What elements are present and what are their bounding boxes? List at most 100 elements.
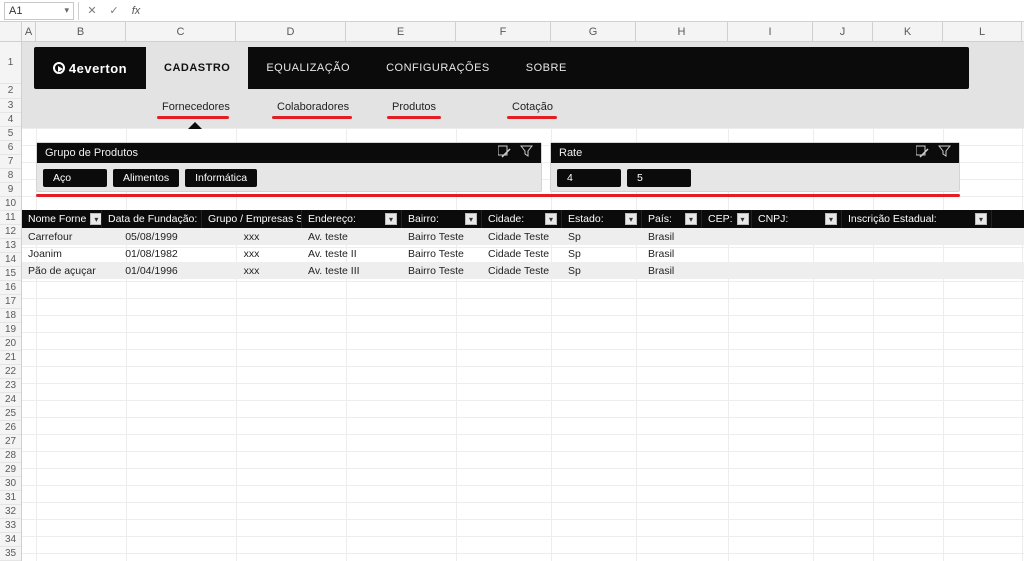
table-header[interactable]: Data de Fundação:▾ <box>102 210 202 228</box>
tab-cadastro[interactable]: CADASTRO <box>146 47 248 89</box>
tab-equalização[interactable]: EQUALIZAÇÃO <box>248 47 368 89</box>
subtab-cotação[interactable]: Cotação <box>512 101 553 113</box>
multiselect-icon[interactable] <box>498 145 512 161</box>
row-header[interactable]: 18 <box>0 309 21 323</box>
subtab-colaboradores[interactable]: Colaboradores <box>277 101 349 113</box>
row-header[interactable]: 9 <box>0 183 21 197</box>
slicer-chip[interactable]: Aço <box>43 169 107 187</box>
table-cell[interactable]: Cidade Teste <box>482 262 562 279</box>
tab-configurações[interactable]: CONFIGURAÇÕES <box>368 47 508 89</box>
table-header[interactable]: Grupo / Empresas Sóc▾ <box>202 210 302 228</box>
table-header[interactable]: CEP:▾ <box>702 210 752 228</box>
row-header[interactable]: 21 <box>0 351 21 365</box>
filter-dropdown-icon[interactable]: ▾ <box>385 213 397 225</box>
name-box[interactable]: A1 ▾ <box>4 2 74 20</box>
multiselect-icon[interactable] <box>916 145 930 161</box>
table-cell[interactable]: Sp <box>562 262 642 279</box>
table-header[interactable]: Bairro:▾ <box>402 210 482 228</box>
table-header[interactable]: Endereço:▾ <box>302 210 402 228</box>
fx-icon[interactable]: fx <box>127 5 145 17</box>
filter-dropdown-icon[interactable]: ▾ <box>685 213 697 225</box>
table-cell[interactable]: Brasil <box>642 262 702 279</box>
column-header[interactable]: C <box>126 22 236 41</box>
row-header[interactable]: 4 <box>0 113 21 127</box>
table-cell[interactable]: Pão de açuçar <box>22 262 102 279</box>
filter-dropdown-icon[interactable]: ▾ <box>625 213 637 225</box>
row-header[interactable]: 31 <box>0 491 21 505</box>
table-cell[interactable]: Bairro Teste <box>402 245 482 262</box>
table-header[interactable]: CNPJ:▾ <box>752 210 842 228</box>
table-cell[interactable]: Sp <box>562 228 642 245</box>
row-header[interactable]: 11 <box>0 211 21 225</box>
table-cell[interactable] <box>702 245 752 262</box>
chevron-down-icon[interactable]: ▾ <box>64 5 69 16</box>
table-header[interactable]: Nome Forne▾ <box>22 210 102 228</box>
table-row[interactable]: Pão de açuçar01/04/1996xxxAv. teste IIIB… <box>22 262 1024 279</box>
worksheet[interactable]: 4everton CADASTROEQUALIZAÇÃOCONFIGURAÇÕE… <box>22 42 1024 561</box>
table-cell[interactable]: Brasil <box>642 228 702 245</box>
filter-dropdown-icon[interactable]: ▾ <box>825 213 837 225</box>
row-header[interactable]: 1 <box>0 42 21 84</box>
row-header[interactable]: 30 <box>0 477 21 491</box>
row-header[interactable]: 5 <box>0 127 21 141</box>
table-header[interactable]: Inscrição Estadual:▾ <box>842 210 992 228</box>
table-header[interactable]: Estado:▾ <box>562 210 642 228</box>
table-cell[interactable]: Av. teste III <box>302 262 402 279</box>
subtab-fornecedores[interactable]: Fornecedores <box>162 101 230 113</box>
row-header[interactable]: 15 <box>0 267 21 281</box>
cancel-formula-icon[interactable]: ✕ <box>83 4 101 17</box>
table-cell[interactable] <box>752 228 842 245</box>
tab-sobre[interactable]: SOBRE <box>508 47 585 89</box>
column-header[interactable]: K <box>873 22 943 41</box>
table-cell[interactable] <box>842 228 992 245</box>
table-row[interactable]: Joanim01/08/1982xxxAv. teste IIBairro Te… <box>22 245 1024 262</box>
table-cell[interactable]: 01/08/1982 <box>102 245 202 262</box>
table-cell[interactable] <box>702 262 752 279</box>
table-cell[interactable]: Av. teste II <box>302 245 402 262</box>
row-header[interactable]: 29 <box>0 463 21 477</box>
row-header[interactable]: 32 <box>0 505 21 519</box>
row-header[interactable]: 26 <box>0 421 21 435</box>
column-header[interactable]: I <box>728 22 813 41</box>
table-cell[interactable]: xxx <box>202 262 302 279</box>
row-header[interactable]: 14 <box>0 253 21 267</box>
row-header[interactable]: 35 <box>0 547 21 561</box>
row-header[interactable]: 16 <box>0 281 21 295</box>
row-header[interactable]: 28 <box>0 449 21 463</box>
row-header[interactable]: 24 <box>0 393 21 407</box>
row-header[interactable]: 25 <box>0 407 21 421</box>
row-header[interactable]: 12 <box>0 225 21 239</box>
slicer-chip[interactable]: 4 <box>557 169 621 187</box>
clear-filter-icon[interactable] <box>520 145 533 161</box>
formula-input[interactable] <box>149 2 1024 20</box>
column-header[interactable]: L <box>943 22 1022 41</box>
filter-dropdown-icon[interactable]: ▾ <box>465 213 477 225</box>
row-header[interactable]: 7 <box>0 155 21 169</box>
row-header[interactable]: 2 <box>0 84 21 98</box>
row-header[interactable]: 22 <box>0 365 21 379</box>
table-cell[interactable]: Av. teste <box>302 228 402 245</box>
column-header[interactable]: D <box>236 22 346 41</box>
row-header[interactable]: 3 <box>0 99 21 113</box>
slicer-chip[interactable]: Informática <box>185 169 257 187</box>
slicer-chip[interactable]: Alimentos <box>113 169 179 187</box>
filter-dropdown-icon[interactable]: ▾ <box>737 213 749 225</box>
filter-dropdown-icon[interactable]: ▾ <box>545 213 557 225</box>
row-header[interactable]: 10 <box>0 197 21 211</box>
table-cell[interactable] <box>752 262 842 279</box>
column-header[interactable]: F <box>456 22 551 41</box>
table-cell[interactable]: Joanim <box>22 245 102 262</box>
subtab-produtos[interactable]: Produtos <box>392 101 436 113</box>
table-header[interactable]: País:▾ <box>642 210 702 228</box>
table-cell[interactable] <box>702 228 752 245</box>
filter-dropdown-icon[interactable]: ▾ <box>975 213 987 225</box>
row-header[interactable]: 34 <box>0 533 21 547</box>
table-cell[interactable]: 05/08/1999 <box>102 228 202 245</box>
table-header[interactable]: Cidade:▾ <box>482 210 562 228</box>
column-header[interactable]: J <box>813 22 873 41</box>
row-header[interactable]: 20 <box>0 337 21 351</box>
slicer-chip[interactable]: 5 <box>627 169 691 187</box>
table-cell[interactable]: xxx <box>202 228 302 245</box>
row-header[interactable]: 17 <box>0 295 21 309</box>
table-cell[interactable] <box>752 245 842 262</box>
